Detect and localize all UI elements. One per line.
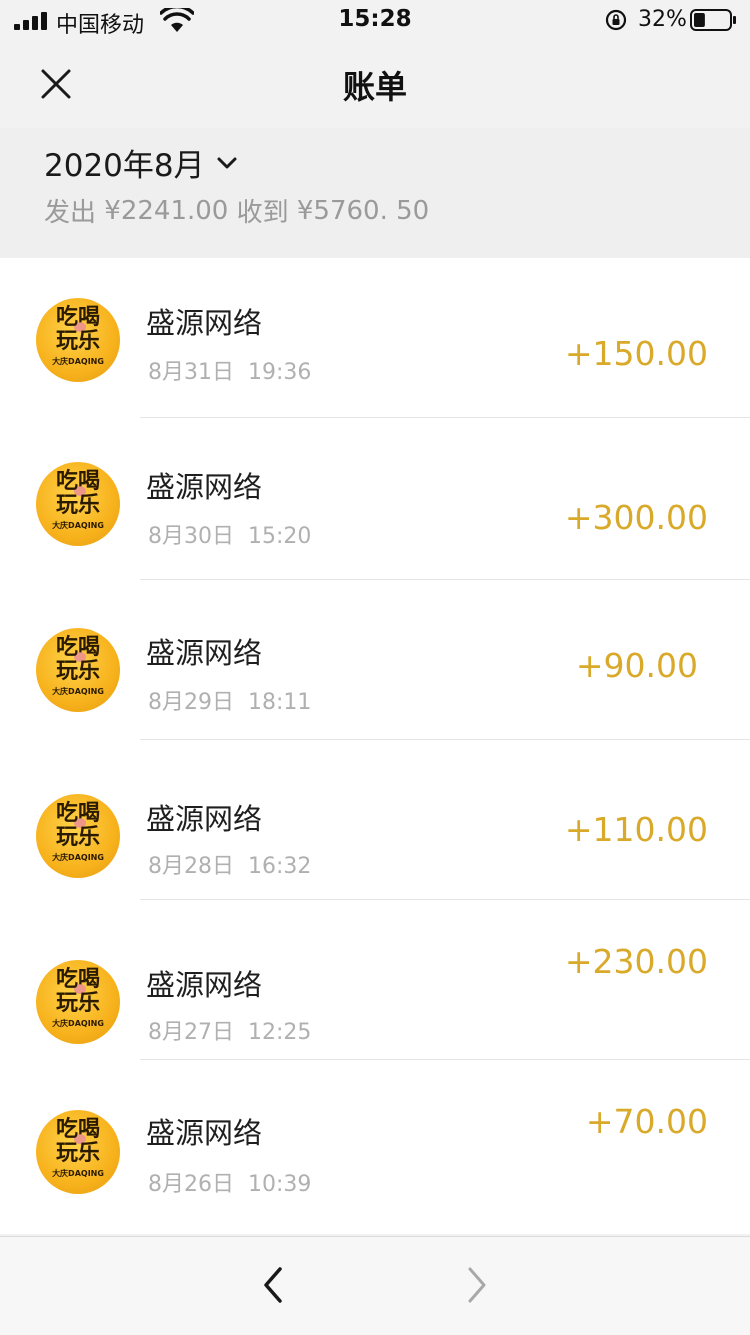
merchant-name: 盛源网络 [146,470,263,504]
battery-icon [690,9,736,31]
merchant-avatar: 吃喝 玩乐 大庆DAQING [36,1110,120,1194]
month-summary: 2020年8月 发出 ¥2241.00 收到 ¥5760. 50 [0,128,750,258]
header: 账单 [0,40,750,128]
page-title: 账单 [342,68,407,106]
transaction-list: 吃喝 玩乐 大庆DAQING 盛源网络 8月31日 19:36 +150.00 吃… [0,258,750,1234]
list-item[interactable]: 吃喝 玩乐 大庆DAQING 盛源网络 8月30日 15:20 +300.00 [0,420,750,580]
transaction-amount: +300.00 [564,498,708,537]
merchant-name: 盛源网络 [146,802,263,836]
list-item[interactable]: 吃喝 玩乐 大庆DAQING 盛源网络 8月31日 19:36 +150.00 [0,258,750,418]
list-item[interactable]: 吃喝 玩乐 大庆DAQING 盛源网络 8月27日 12:25 +230.00 [0,900,750,1060]
merchant-avatar: 吃喝 玩乐 大庆DAQING [36,298,120,382]
transaction-amount: +230.00 [564,942,708,981]
transaction-datetime: 8月26日 10:39 [148,1172,312,1197]
merchant-name: 盛源网络 [146,306,263,340]
orientation-lock-icon [605,9,627,31]
bottom-navigation-bar [0,1236,750,1335]
merchant-avatar: 吃喝 玩乐 大庆DAQING [36,960,120,1044]
month-label: 2020年8月 [44,147,205,184]
transaction-amount: +110.00 [564,810,708,849]
list-item[interactable]: 吃喝 玩乐 大庆DAQING 盛源网络 8月28日 16:32 +110.00 [0,740,750,900]
merchant-name: 盛源网络 [146,636,263,670]
month-selector[interactable]: 2020年8月 [44,140,239,184]
forward-arrow-icon[interactable] [456,1261,496,1309]
merchant-avatar: 吃喝 玩乐 大庆DAQING [36,462,120,546]
totals-line: 发出 ¥2241.00 收到 ¥5760. 50 [44,192,429,229]
list-item[interactable]: 吃喝 玩乐 大庆DAQING 盛源网络 8月26日 10:39 +70.00 [0,1060,750,1220]
income-label: 收到 [236,198,289,228]
transaction-datetime: 8月29日 18:11 [148,690,312,715]
transaction-amount: +150.00 [564,334,708,373]
divider [140,417,750,418]
income-value: ¥5760. 50 [296,195,430,226]
list-item[interactable]: 吃喝 玩乐 大庆DAQING 盛源网络 8月29日 18:11 +90.00 [0,580,750,740]
transaction-amount: +70.00 [585,1102,708,1141]
status-bar: 中国移动 15:28 32% [0,0,750,40]
transaction-datetime: 8月27日 12:25 [148,1020,312,1045]
expense-value: ¥2241.00 [104,195,229,226]
transaction-amount: +90.00 [575,646,698,685]
transaction-datetime: 8月30日 15:20 [148,524,312,549]
merchant-avatar: 吃喝 玩乐 大庆DAQING [36,628,120,712]
merchant-avatar: 吃喝 玩乐 大庆DAQING [36,794,120,878]
merchant-name: 盛源网络 [146,1116,263,1150]
battery-percentage: 32% [638,7,687,32]
transaction-datetime: 8月28日 16:32 [148,854,312,879]
merchant-name: 盛源网络 [146,968,263,1002]
chevron-down-icon [217,157,237,169]
transaction-datetime: 8月31日 19:36 [148,360,312,385]
expense-label: 发出 [44,198,97,228]
close-icon[interactable] [28,56,84,112]
back-arrow-icon[interactable] [254,1261,294,1309]
